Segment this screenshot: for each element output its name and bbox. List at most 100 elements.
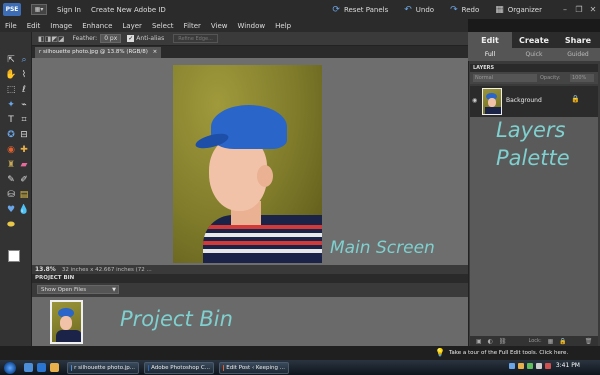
reset-panels-button[interactable]: ⟳ Reset Panels <box>332 5 388 15</box>
menu-filter[interactable]: Filter <box>179 22 206 30</box>
lock-label: Lock: <box>528 338 542 344</box>
chevron-down-icon: ▼ <box>112 287 116 293</box>
organizer-button[interactable]: ▦ Organizer <box>495 5 542 15</box>
project-bin-area <box>32 297 468 346</box>
tray-volume-icon[interactable] <box>535 362 542 369</box>
menu-bar: File Edit Image Enhance Layer Select Fil… <box>0 19 468 32</box>
menu-image[interactable]: Image <box>45 22 77 30</box>
link-layers-icon[interactable]: ⛓ <box>499 338 507 345</box>
menu-file[interactable]: File <box>0 22 22 30</box>
taskbar-item-browser[interactable]: Edit Post ‹ Keeping ... <box>219 361 289 374</box>
undo-label: Undo <box>415 5 435 14</box>
zoom-level[interactable]: 13.8% <box>35 266 56 273</box>
sign-in-link[interactable]: Sign In <box>57 6 81 14</box>
create-adobe-id-link[interactable]: Create New Adobe ID <box>91 6 166 14</box>
workspace-button[interactable]: ▦▾ <box>31 4 47 15</box>
reset-panels-label: Reset Panels <box>343 5 389 14</box>
magic-wand-tool-icon[interactable]: ✦ <box>5 99 17 111</box>
status-bar: 13.8% 32 inches x 42.667 inches (72 ... <box>32 265 468 274</box>
minimize-icon[interactable]: – <box>558 4 572 16</box>
brush-tool-icon[interactable]: ✎ <box>5 174 17 186</box>
tab-edit[interactable]: Edit <box>468 32 512 48</box>
sponge-tool-icon[interactable]: ⬬ <box>5 219 17 231</box>
zoom-tool-icon[interactable]: ⌕ <box>18 54 30 66</box>
cookie-cutter-tool-icon[interactable]: ✪ <box>5 129 17 141</box>
delete-layer-icon[interactable]: 🗑 <box>585 338 593 345</box>
undo-icon: ↶ <box>404 4 412 15</box>
show-desktop-icon[interactable] <box>24 363 33 372</box>
opacity-input[interactable]: 100% <box>570 74 594 82</box>
adjustment-layer-icon[interactable]: ◐ <box>488 338 493 345</box>
project-bin-dropdown[interactable]: Show Open Files ▼ <box>37 285 119 294</box>
taskbar-clock[interactable]: 3:41 PM <box>556 362 580 369</box>
tab-share[interactable]: Share <box>556 32 600 48</box>
restore-icon[interactable]: ❐ <box>572 4 586 16</box>
project-bin-header[interactable]: PROJECT BIN <box>32 274 468 283</box>
paint-bucket-tool-icon[interactable]: ⛁ <box>5 189 17 201</box>
selection-mode-icons[interactable]: ◧◨◩◪ <box>38 35 64 43</box>
selection-brush-tool-icon[interactable]: ⌁ <box>18 99 30 111</box>
lock-all-icon[interactable]: 🔒 <box>559 338 566 345</box>
new-layer-icon[interactable]: ▣ <box>476 338 482 345</box>
tour-tip-link[interactable]: 💡 Take a tour of the Full Edit tools. Cl… <box>435 348 568 357</box>
taskbar-item-photoshop[interactable]: Adobe Photoshop C... <box>144 361 214 374</box>
lightbulb-icon: 💡 <box>435 348 445 357</box>
tab-create[interactable]: Create <box>512 32 556 48</box>
internet-explorer-icon[interactable] <box>37 363 46 372</box>
menu-layer[interactable]: Layer <box>117 22 147 30</box>
tray-alert-icon[interactable] <box>544 362 551 369</box>
red-eye-tool-icon[interactable]: ◉ <box>5 144 17 156</box>
tool-options-bar: ◧◨◩◪ Feather: 0 px ✓ Anti-alias Refine E… <box>0 32 468 46</box>
tray-security-icon[interactable] <box>526 362 533 369</box>
menu-select[interactable]: Select <box>147 22 179 30</box>
layer-row-background[interactable]: ◉ Background 🔒 <box>470 86 598 117</box>
close-icon[interactable]: ✕ <box>586 4 600 16</box>
layers-panel-header[interactable]: LAYERS <box>470 64 598 72</box>
gradient-tool-icon[interactable]: ▤ <box>18 189 30 201</box>
undo-button[interactable]: ↶ Undo <box>404 5 434 15</box>
system-tray: 3:41 PM <box>506 362 580 369</box>
folder-icon[interactable] <box>50 363 59 372</box>
document-tab-row: r silhouette photo.jpg @ 13.8% (RGB/8) × <box>32 46 468 58</box>
hand-tool-icon[interactable]: ✋ <box>5 69 17 81</box>
taskbar-item-photo[interactable]: r silhouette photo.jp... <box>67 361 139 374</box>
anti-alias-checkbox[interactable]: ✓ <box>127 35 135 42</box>
eyedropper-tool-icon[interactable]: ⌇ <box>18 69 30 81</box>
foreground-color-swatch[interactable] <box>8 250 20 262</box>
visibility-eye-icon[interactable]: ◉ <box>472 97 477 104</box>
blur-tool-icon[interactable]: 💧 <box>18 204 30 216</box>
menu-edit[interactable]: Edit <box>22 22 46 30</box>
layers-footer: ▣ ◐ ⛓ Lock: ▦ 🔒 🗑 <box>470 336 598 346</box>
straighten-tool-icon[interactable]: ⊟ <box>18 129 30 141</box>
move-tool-icon[interactable]: ⇱ <box>5 54 17 66</box>
clone-stamp-tool-icon[interactable]: ♜ <box>5 159 17 171</box>
feather-input[interactable]: 0 px <box>100 34 122 43</box>
lock-icon: 🔒 <box>571 95 580 103</box>
healing-brush-tool-icon[interactable]: ✚ <box>18 144 30 156</box>
refine-edge-button[interactable]: Refine Edge... <box>173 34 218 43</box>
lasso-tool-icon[interactable]: ℓ <box>18 84 30 96</box>
shape-tool-icon[interactable]: ♥ <box>5 204 17 216</box>
tray-update-icon[interactable] <box>517 362 524 369</box>
tab-full[interactable]: Full <box>468 48 512 61</box>
start-button[interactable] <box>4 361 16 374</box>
menu-window[interactable]: Window <box>233 22 271 30</box>
document-tab[interactable]: r silhouette photo.jpg @ 13.8% (RGB/8) × <box>35 47 162 58</box>
marquee-tool-icon[interactable]: ⬚ <box>5 84 17 96</box>
menu-enhance[interactable]: Enhance <box>77 22 117 30</box>
menu-view[interactable]: View <box>206 22 233 30</box>
redo-button[interactable]: ↷ Redo <box>450 5 479 15</box>
smart-brush-tool-icon[interactable]: ✐ <box>18 174 30 186</box>
project-bin-thumbnail[interactable] <box>50 300 83 344</box>
document-close-icon[interactable]: × <box>153 49 158 55</box>
mode-tabs: Edit Create Share <box>468 32 600 48</box>
menu-help[interactable]: Help <box>270 22 296 30</box>
lock-transparent-icon[interactable]: ▦ <box>548 338 554 345</box>
eraser-tool-icon[interactable]: ▰ <box>18 159 30 171</box>
tab-guided[interactable]: Guided <box>556 48 600 61</box>
tab-quick[interactable]: Quick <box>512 48 556 61</box>
crop-tool-icon[interactable]: ⌗ <box>18 114 30 126</box>
type-tool-icon[interactable]: T <box>5 114 17 126</box>
tray-network-icon[interactable] <box>508 362 515 369</box>
blend-mode-select[interactable]: Normal <box>473 74 537 82</box>
